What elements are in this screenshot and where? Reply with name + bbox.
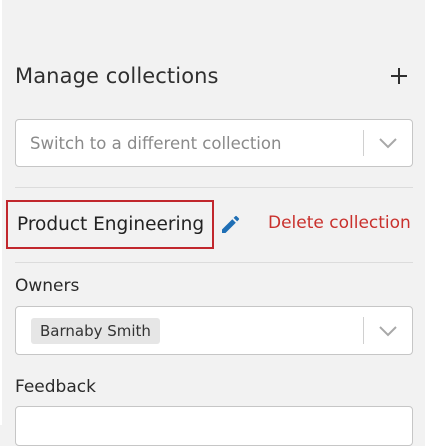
manage-collections-panel: Manage collections Switch to a different… <box>2 0 425 446</box>
collection-name-highlight: Product Engineering <box>6 200 214 249</box>
chevron-down-icon[interactable] <box>378 137 398 149</box>
collection-name: Product Engineering <box>17 214 205 235</box>
panel-title: Manage collections <box>15 64 219 88</box>
plus-icon[interactable] <box>388 64 412 88</box>
feedback-label: Feedback <box>15 377 96 397</box>
pencil-icon[interactable] <box>219 214 241 236</box>
collection-switcher-dropdown[interactable]: Switch to a different collection <box>15 119 413 167</box>
dropdown-separator <box>363 317 364 344</box>
chevron-down-icon[interactable] <box>378 325 398 337</box>
owners-select[interactable]: Barnaby Smith <box>15 306 413 355</box>
delete-collection-link[interactable]: Delete collection <box>268 213 411 233</box>
collection-switcher-placeholder: Switch to a different collection <box>30 133 282 153</box>
panel-header: Manage collections <box>15 57 412 95</box>
feedback-input[interactable] <box>15 406 413 446</box>
divider <box>15 187 413 188</box>
divider <box>15 262 413 263</box>
owner-tag[interactable]: Barnaby Smith <box>31 318 160 344</box>
owners-label: Owners <box>15 276 80 296</box>
dropdown-separator <box>363 130 364 156</box>
